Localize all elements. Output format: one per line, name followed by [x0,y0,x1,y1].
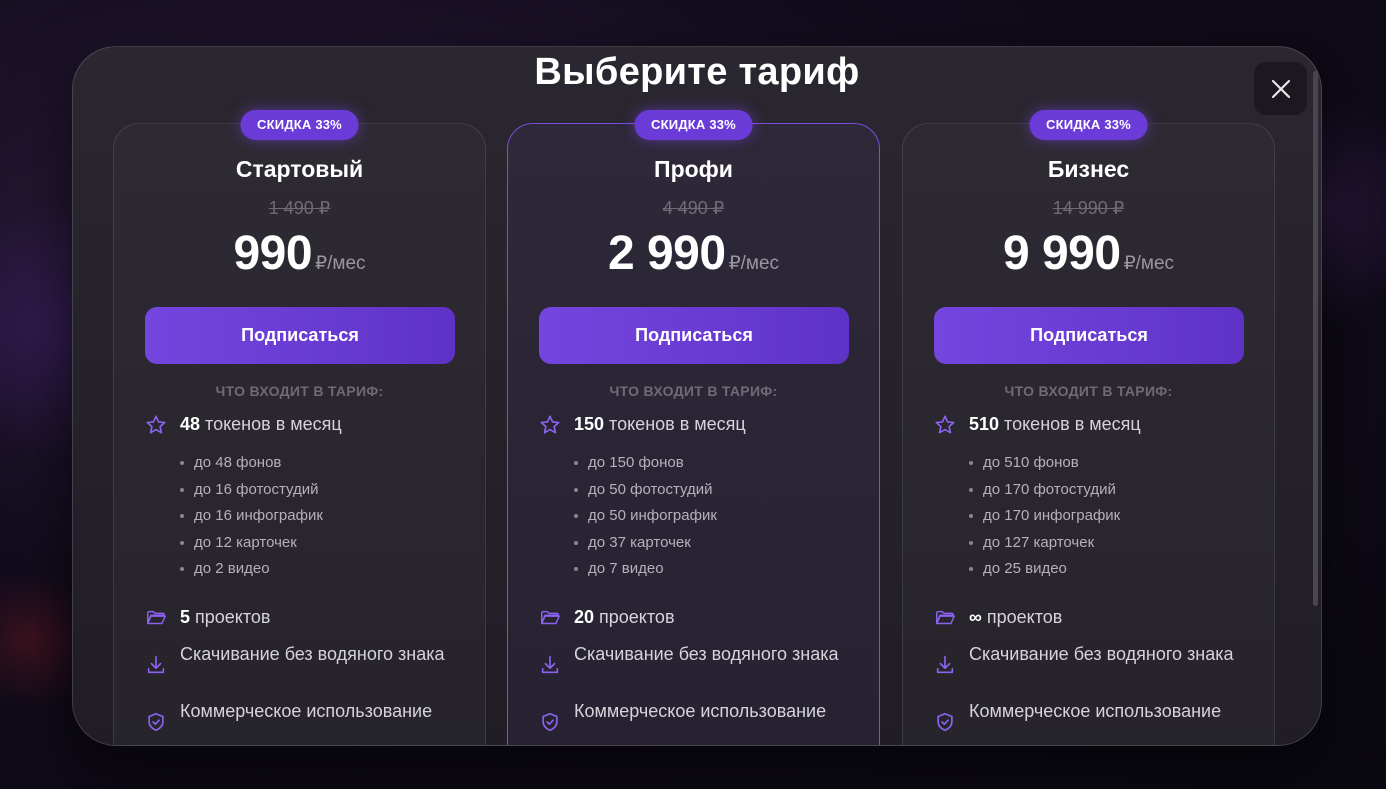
projects-label: проектов [594,607,675,627]
tokens-count: 510 [969,414,1000,434]
list-item: до 7 видео [574,556,717,583]
discount-badge: СКИДКА 33% [240,110,359,140]
list-item: до 50 фотостудий [574,477,717,504]
download-label: Скачивание без водяного знака [180,644,445,664]
plan-name: Профи [654,156,733,182]
token-breakdown-list: до 48 фонов до 16 фотостудий до 16 инфог… [180,450,323,583]
tokens-count: 150 [574,414,605,434]
included-label: ЧТО ВХОДИТ В ТАРИФ: [609,383,778,399]
close-icon [1271,79,1290,98]
price-period: ₽/мес [728,253,780,274]
star-icon [539,414,561,436]
star-icon [145,414,167,436]
close-button[interactable] [1254,62,1307,115]
price-row: 9 990 ₽/мес [903,226,1274,281]
shield-check-icon [934,711,956,733]
list-item: до 16 фотостудий [180,477,323,504]
price-period: ₽/мес [1123,253,1175,274]
old-price: 1 490 ₽ [268,198,331,218]
feature-commercial: Коммерческое использование [539,701,844,733]
download-label: Скачивание без водяного знака [574,644,839,664]
projects-label: проектов [190,607,271,627]
list-item: до 170 фотостудий [969,477,1120,504]
plan-name: Стартовый [235,156,364,182]
download-icon [145,654,167,676]
tokens-label: токенов в месяц [604,414,746,434]
list-item: до 25 видео [969,556,1120,583]
scrollbar[interactable] [1313,71,1318,606]
feature-projects: 20 проектов [539,607,844,629]
included-label: ЧТО ВХОДИТ В ТАРИФ: [215,383,384,399]
old-price: 14 990 ₽ [1052,198,1125,218]
download-label: Скачивание без водяного знака [969,644,1234,664]
list-item: до 48 фонов [180,450,323,477]
download-icon [539,654,561,676]
subscribe-button[interactable]: Подписаться [145,307,455,364]
feature-tokens: 150 токенов в месяц [539,414,844,436]
tokens-count: 48 [180,414,201,434]
download-icon [934,654,956,676]
list-item: до 50 инфографик [574,503,717,530]
tokens-label: токенов в месяц [200,414,342,434]
commercial-label: Коммерческое использование [180,701,433,721]
token-breakdown-list: до 510 фонов до 170 фотостудий до 170 ин… [969,450,1120,583]
feature-commercial: Коммерческое использование [145,701,450,733]
feature-download: Скачивание без водяного знака [539,644,844,676]
price-period: ₽/мес [315,253,366,274]
plan-card-business: СКИДКА 33% Бизнес 14 990 ₽ 9 990 ₽/мес По… [902,110,1275,745]
feature-projects: ∞ проектов [934,607,1239,629]
commercial-label: Коммерческое использование [969,701,1222,721]
star-icon [934,414,956,436]
shield-check-icon [145,711,167,733]
old-price: 4 490 ₽ [662,198,725,218]
folder-icon [145,607,167,629]
folder-icon [934,607,956,629]
feature-projects: 5 проектов [145,607,450,629]
price: 990 [233,227,313,280]
list-item: до 127 карточек [969,530,1120,557]
projects-count: 5 [180,607,191,627]
list-item: до 2 видео [180,556,323,583]
list-item: до 510 фонов [969,450,1120,477]
tokens-label: токенов в месяц [999,414,1141,434]
folder-icon [539,607,561,629]
discount-badge: СКИДКА 33% [1029,110,1148,140]
subscribe-button[interactable]: Подписаться [539,307,849,364]
feature-download: Скачивание без водяного знака [145,644,450,676]
feature-download: Скачивание без водяного знака [934,644,1239,676]
projects-count: 20 [574,607,595,627]
price-row: 990 ₽/мес [114,226,485,281]
price-row: 2 990 ₽/мес [508,226,879,281]
plan-card-starter: СКИДКА 33% Стартовый 1 490 ₽ 990 ₽/мес По… [113,110,486,745]
feature-tokens: 48 токенов в месяц [145,414,450,436]
plan-card-pro: СКИДКА 33% Профи 4 490 ₽ 2 990 ₽/мес Подп… [507,110,880,745]
plan-name: Бизнес [1047,156,1130,182]
discount-badge: СКИДКА 33% [634,110,753,140]
price: 2 990 [607,227,726,280]
feature-tokens: 510 токенов в месяц [934,414,1239,436]
shield-check-icon [539,711,561,733]
list-item: до 16 инфографик [180,503,323,530]
projects-count: ∞ [969,607,982,627]
price: 9 990 [1002,227,1121,280]
list-item: до 170 инфографик [969,503,1120,530]
commercial-label: Коммерческое использование [574,701,827,721]
list-item: до 12 карточек [180,530,323,557]
list-item: до 150 фонов [574,450,717,477]
projects-label: проектов [981,607,1063,627]
modal-title: Выберите тариф [534,51,860,93]
included-label: ЧТО ВХОДИТ В ТАРИФ: [1004,383,1173,399]
feature-commercial: Коммерческое использование [934,701,1239,733]
list-item: до 37 карточек [574,530,717,557]
pricing-modal: Выберите тариф СКИДКА 33% Стартовый 1 49… [72,46,1322,746]
subscribe-button[interactable]: Подписаться [934,307,1244,364]
token-breakdown-list: до 150 фонов до 50 фотостудий до 50 инфо… [574,450,717,583]
